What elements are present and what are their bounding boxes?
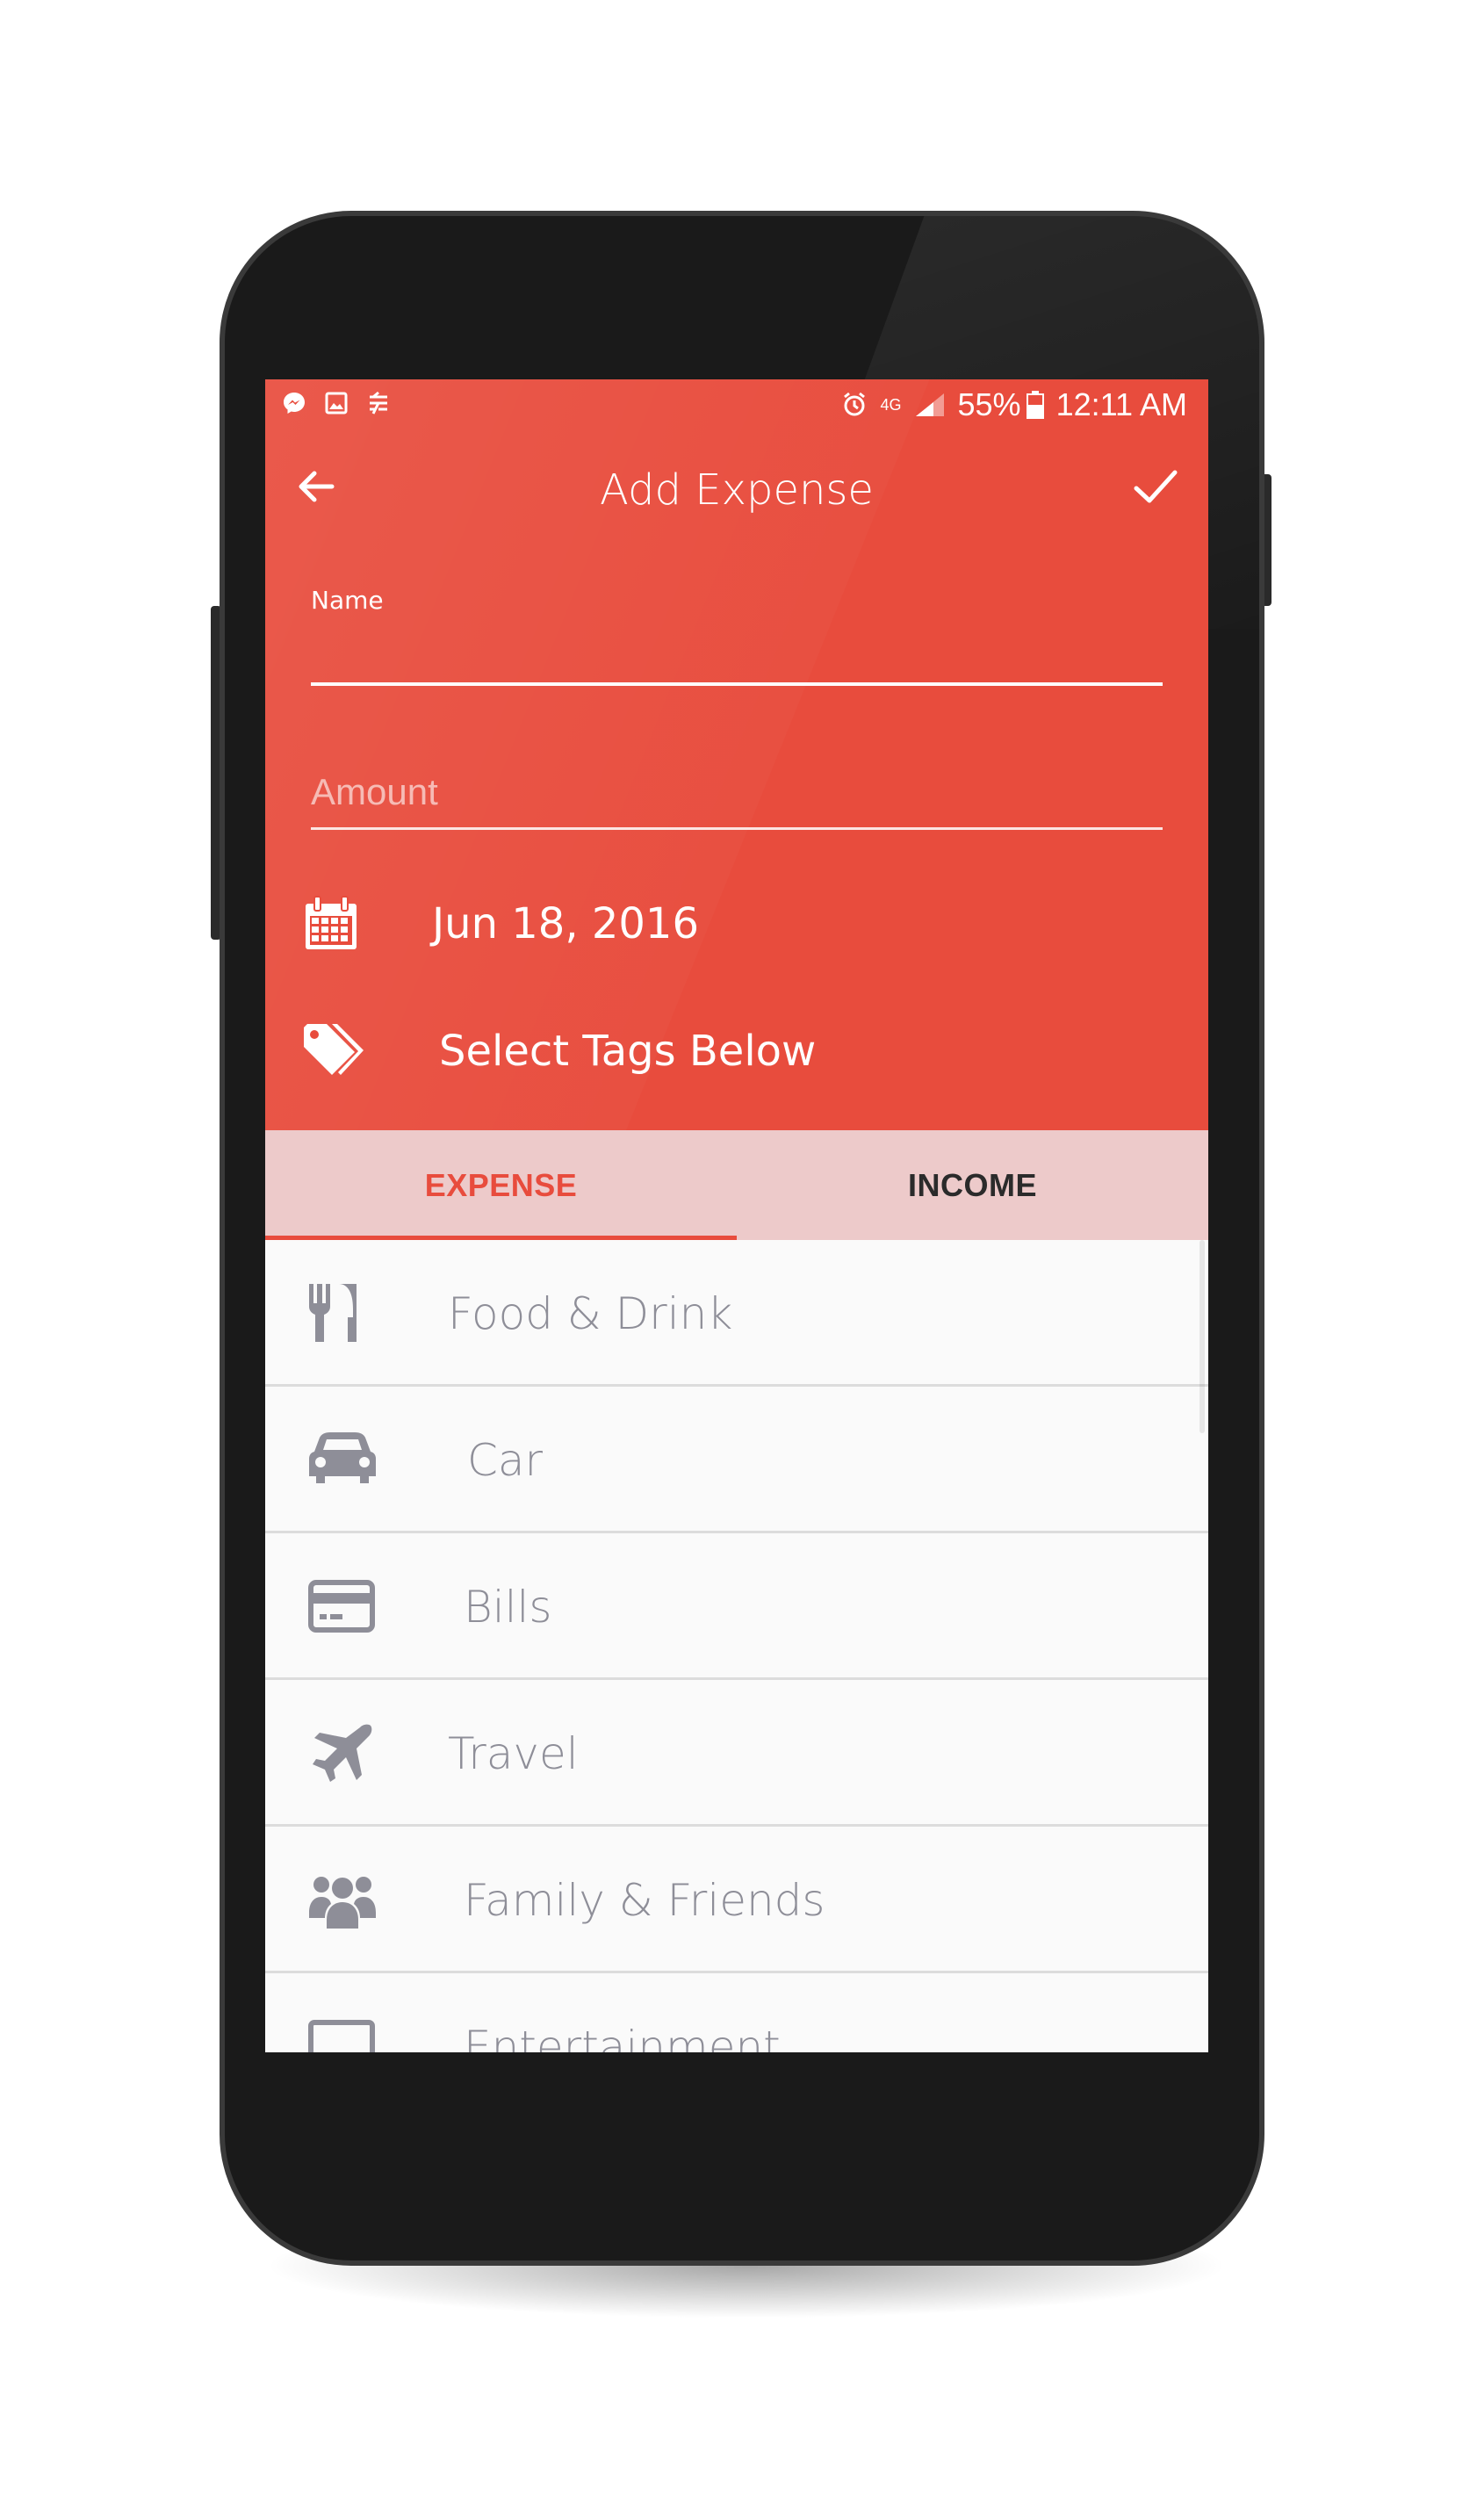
page-title: Add Expense bbox=[600, 465, 874, 515]
list-scrollbar[interactable] bbox=[1199, 1240, 1205, 1433]
utensils-icon bbox=[309, 1284, 357, 1342]
category-item-bills[interactable]: Bills bbox=[265, 1533, 1208, 1680]
messenger-icon bbox=[284, 393, 305, 414]
tab-income[interactable]: INCOME bbox=[737, 1130, 1208, 1240]
tv-icon bbox=[308, 2020, 375, 2052]
car-icon bbox=[309, 1432, 376, 1483]
category-item-family[interactable]: Family & Friends bbox=[265, 1827, 1208, 1973]
clock: 12:11 AM bbox=[1055, 386, 1187, 422]
amount-field[interactable] bbox=[311, 757, 1163, 830]
name-field[interactable] bbox=[311, 621, 1163, 686]
tags-row: Select Tags Below bbox=[300, 1016, 1178, 1086]
category-item-travel[interactable]: Travel bbox=[265, 1680, 1208, 1827]
category-label: Bills bbox=[464, 1582, 552, 1633]
name-field-label: Name bbox=[311, 586, 384, 615]
category-label: Entertainment bbox=[464, 2022, 781, 2052]
alarm-icon bbox=[844, 392, 866, 416]
network-type: 4G bbox=[880, 396, 902, 414]
calendar-icon bbox=[306, 896, 357, 949]
tab-expense[interactable]: EXPENSE bbox=[265, 1130, 737, 1240]
signal-icon bbox=[915, 393, 944, 416]
battery-icon bbox=[1026, 391, 1044, 419]
category-list: Food & Drink Car Bills Travel Family & F… bbox=[265, 1240, 1208, 2052]
category-label: Family & Friends bbox=[464, 1875, 825, 1926]
credit-card-icon bbox=[308, 1580, 375, 1633]
form-header: 4G 55% 12:11 AM Add Expense Name Amount … bbox=[265, 379, 1208, 1130]
category-item-entertainment[interactable]: Entertainment bbox=[265, 1973, 1208, 2052]
date-picker-row[interactable]: Jun 18, 2016 bbox=[300, 889, 1178, 959]
tags-prompt: Select Tags Below bbox=[439, 1027, 817, 1076]
status-bar: 4G 55% 12:11 AM bbox=[265, 379, 1208, 436]
battery-percent: 55% bbox=[957, 386, 1021, 422]
group-icon bbox=[309, 1877, 376, 1929]
app-screen: 4G 55% 12:11 AM Add Expense Name Amount … bbox=[265, 379, 1208, 2052]
tags-icon bbox=[304, 1024, 364, 1075]
app-bar: Add Expense bbox=[265, 436, 1208, 532]
category-label: Car bbox=[467, 1435, 544, 1486]
date-value: Jun 18, 2016 bbox=[432, 899, 700, 948]
category-item-food[interactable]: Food & Drink bbox=[265, 1240, 1208, 1387]
category-item-car[interactable]: Car bbox=[265, 1387, 1208, 1533]
plane-icon bbox=[313, 1724, 372, 1782]
type-tabs: EXPENSE INCOME bbox=[265, 1130, 1208, 1240]
transfer-icon bbox=[370, 391, 387, 415]
save-check-icon[interactable] bbox=[1129, 460, 1182, 513]
category-label: Travel bbox=[448, 1728, 579, 1779]
gallery-icon bbox=[325, 392, 348, 415]
category-label: Food & Drink bbox=[448, 1288, 733, 1339]
